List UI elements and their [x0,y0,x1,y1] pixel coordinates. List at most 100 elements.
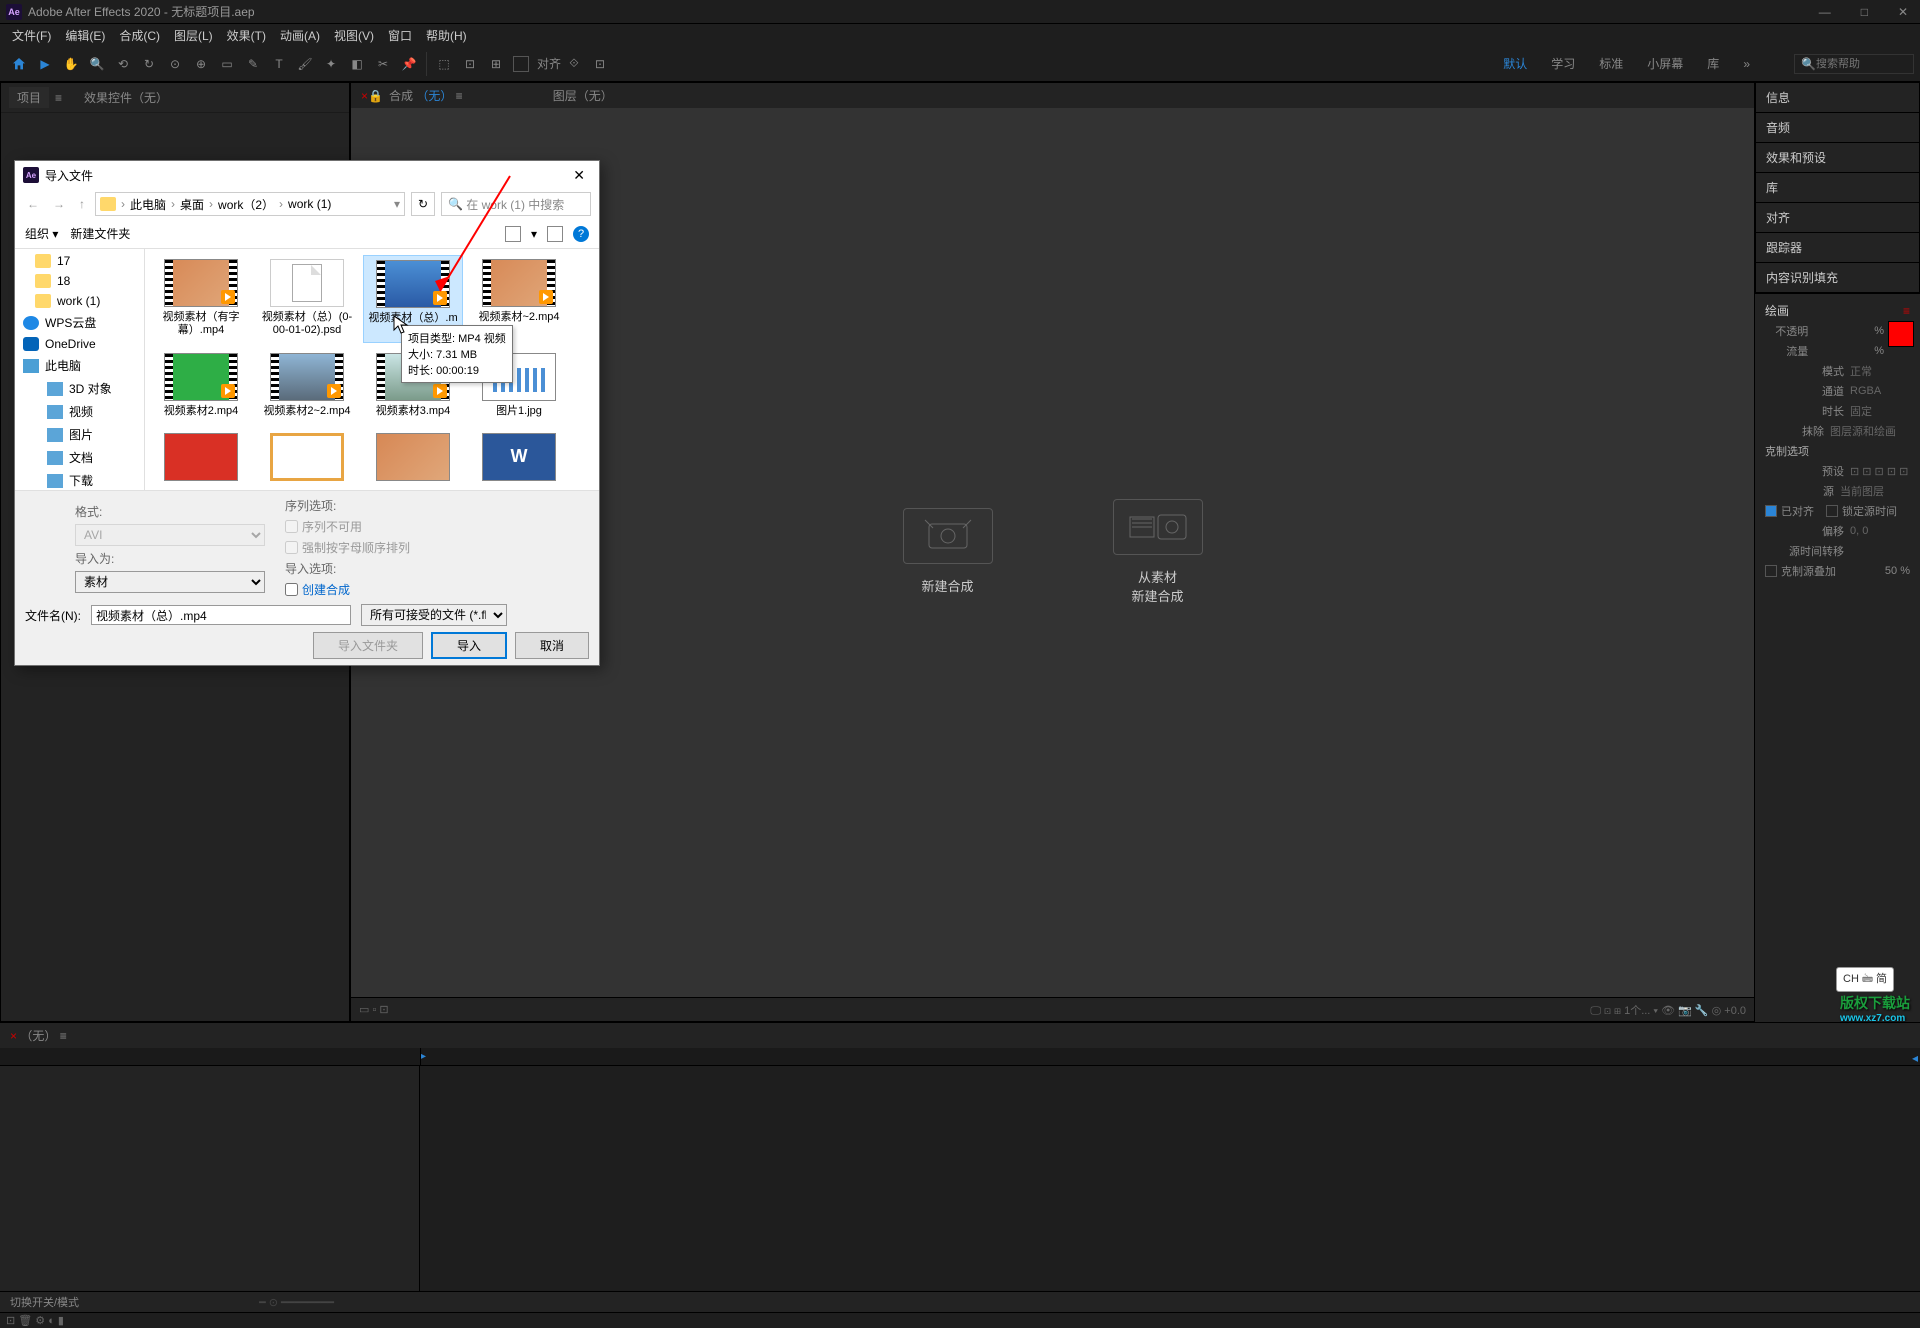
workspace-standard[interactable]: 标准 [1599,55,1623,72]
create-comp-checkbox[interactable] [285,583,298,596]
file-item[interactable] [151,429,251,489]
new-comp-card[interactable]: 新建合成 [903,508,993,596]
nav-forward[interactable]: → [49,195,69,213]
color-swatch[interactable] [1888,321,1914,347]
project-tab-menu[interactable]: ≡ [55,91,62,105]
file-item[interactable]: W [469,429,569,489]
extra-tool-2[interactable]: ⊡ [457,51,483,77]
import-as-select[interactable]: 素材 [75,571,265,593]
clone-tool[interactable]: ✦ [318,51,344,77]
channel-value[interactable]: RGBA [1850,385,1910,397]
source-value[interactable]: 当前图层 [1840,483,1910,499]
sidebar-item[interactable]: 17 [15,251,144,271]
file-item[interactable] [363,429,463,489]
locksrc-checkbox[interactable] [1826,505,1838,517]
maximize-button[interactable]: □ [1855,5,1874,19]
crumb-work1[interactable]: work (1) [288,197,331,211]
help-icon[interactable]: ? [573,226,589,242]
paint-title[interactable]: 绘画 [1765,302,1789,319]
preset-icons[interactable]: ⊡ ⊡ ⊡ ⊡ ⊡ [1850,465,1910,478]
panel-audio[interactable]: 音频 [1756,113,1919,143]
clonediff-checkbox[interactable] [1765,565,1777,577]
anchor-tool[interactable]: ⊕ [188,51,214,77]
camera-tool[interactable]: ⊙ [162,51,188,77]
crumb-work2[interactable]: work（2） [218,196,274,213]
project-tab[interactable]: 项目 [9,87,49,108]
file-list[interactable]: 项目类型: MP4 视频 大小: 7.31 MB 时长: 00:00:19 视频… [145,249,599,490]
offset-value[interactable]: 0, 0 [1850,525,1910,537]
panel-info[interactable]: 信息 [1756,83,1919,113]
file-item[interactable]: 视频素材（有字幕）.mp4 [151,255,251,343]
panel-library[interactable]: 库 [1756,173,1919,203]
file-filter-select[interactable]: 所有可接受的文件 (*.fla;*.prpr [361,604,507,626]
panel-content-aware[interactable]: 内容识别填充 [1756,263,1919,293]
workspace-small[interactable]: 小屏幕 [1647,55,1683,72]
view-icon[interactable] [505,226,521,242]
snap-icon[interactable]: ⟐ [561,51,587,77]
orbit-tool[interactable]: ⟲ [110,51,136,77]
workspace-library[interactable]: 库 [1707,55,1719,72]
breadcrumb[interactable]: › 此电脑 › 桌面 › work（2） › work (1) ▾ [95,192,405,216]
workspace-more[interactable]: » [1743,57,1750,71]
ime-indicator[interactable]: CH 🖮 简 [1836,967,1894,992]
snap-edge-icon[interactable]: ⊡ [587,51,613,77]
workspace-default[interactable]: 默认 [1503,55,1527,72]
panel-effects[interactable]: 效果和预设 [1756,143,1919,173]
menu-composition[interactable]: 合成(C) [113,25,166,46]
sidebar-item[interactable]: WPS云盘 [15,311,144,334]
sidebar-item[interactable]: 图片 [15,423,144,446]
help-search-input[interactable] [1816,58,1906,70]
file-item[interactable]: 视频素材2~2.mp4 [257,349,357,422]
brush-tool[interactable]: 🖌 [292,51,318,77]
timeline-tracks[interactable] [420,1066,1920,1291]
menu-help[interactable]: 帮助(H) [420,25,473,46]
lock-icon[interactable]: 🔒 [368,89,383,103]
timeline-ruler[interactable]: ▸ ◂ [0,1048,1920,1066]
sidebar-item[interactable]: 此电脑 [15,354,144,377]
extra-tool-3[interactable]: ⊞ [483,51,509,77]
help-search[interactable]: 🔍 [1794,54,1914,74]
filename-input[interactable] [91,605,351,625]
nav-back[interactable]: ← [23,195,43,213]
pen-tool[interactable]: ✎ [240,51,266,77]
rect-tool[interactable]: ▭ [214,51,240,77]
panel-tracker[interactable]: 跟踪器 [1756,233,1919,263]
panel-align[interactable]: 对齐 [1756,203,1919,233]
preview-icon[interactable] [547,226,563,242]
dialog-search[interactable]: 🔍 在 work (1) 中搜索 [441,192,591,216]
close-button[interactable]: ✕ [1892,5,1914,19]
snap-checkbox[interactable] [513,56,529,72]
new-folder-button[interactable]: 新建文件夹 [70,225,130,242]
comp-tab-label[interactable]: 合成 （无） ≡ [389,87,463,104]
sidebar-item[interactable]: OneDrive [15,334,144,354]
minimize-button[interactable]: — [1813,5,1837,19]
sidebar-item[interactable]: 文档 [15,446,144,469]
roto-tool[interactable]: ✂ [370,51,396,77]
menu-layer[interactable]: 图层(L) [168,25,219,46]
sidebar-item[interactable]: 3D 对象 [15,377,144,400]
menu-view[interactable]: 视图(V) [328,25,380,46]
effects-tab[interactable]: 效果控件（无） [84,89,168,106]
crumb-pc[interactable]: 此电脑 [130,196,166,213]
selection-tool[interactable]: ▶ [32,51,58,77]
file-item[interactable]: 视频素材（总）(0-00-01-02).psd [257,255,357,343]
clonediff-value[interactable]: 50 % [1885,565,1910,577]
sidebar-item[interactable]: 视频 [15,400,144,423]
from-footage-card[interactable]: 从素材新建合成 [1113,499,1203,605]
rotate-tool[interactable]: ↻ [136,51,162,77]
duration-value[interactable]: 固定 [1850,403,1910,419]
crumb-desktop[interactable]: 桌面 [180,196,204,213]
timeline-tab[interactable]: （无） [20,1027,56,1044]
menu-animation[interactable]: 动画(A) [274,25,326,46]
file-item[interactable] [257,429,357,489]
import-button[interactable]: 导入 [431,632,507,659]
workspace-learn[interactable]: 学习 [1551,55,1575,72]
extra-tool-1[interactable]: ⬚ [431,51,457,77]
cancel-button[interactable]: 取消 [515,632,589,659]
file-item[interactable]: 视频素材2.mp4 [151,349,251,422]
sidebar-item[interactable]: 18 [15,271,144,291]
menu-window[interactable]: 窗口 [382,25,418,46]
toggle-switches[interactable]: 切换开关/模式 [10,1294,79,1310]
erase-value[interactable]: 图层源和绘画 [1830,423,1910,439]
eraser-tool[interactable]: ◧ [344,51,370,77]
